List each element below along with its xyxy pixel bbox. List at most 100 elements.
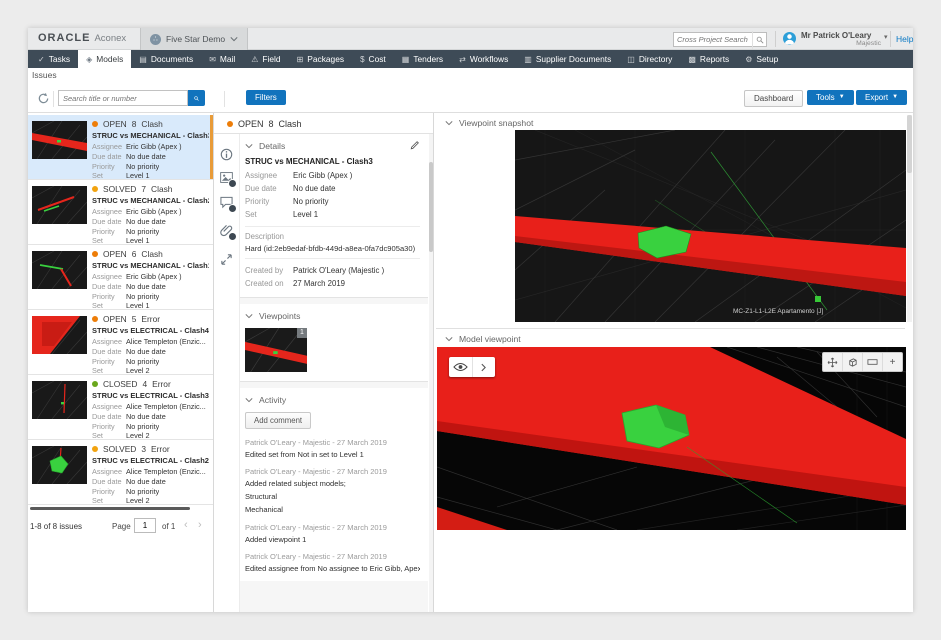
field-value: Level 2	[126, 496, 150, 505]
field-value: No due date	[126, 347, 166, 356]
setup-icon: ⚙	[745, 55, 752, 64]
tab-tasks[interactable]: ✓Tasks	[30, 50, 78, 68]
issue-subject: STRUC vs ELECTRICAL - Clash4	[92, 326, 209, 335]
tab-setup[interactable]: ⚙Setup	[737, 50, 786, 68]
issue-field-row: SetLevel 2	[92, 366, 210, 375]
info-icon[interactable]	[220, 148, 233, 161]
viewpoints-icon[interactable]	[220, 171, 233, 184]
tab-models[interactable]: ◈Models	[78, 50, 131, 68]
dashboard-button[interactable]: Dashboard	[744, 90, 803, 107]
field-label: Due date	[92, 477, 126, 486]
page-number-input[interactable]	[134, 518, 156, 533]
comments-icon[interactable]	[220, 196, 233, 209]
previous-page-button[interactable]: ‹	[184, 519, 188, 531]
detail-icon-rail	[214, 134, 240, 612]
issue-field-row: AssigneeAlice Templeton (Enzic...	[92, 467, 210, 476]
help-link[interactable]: Help	[896, 34, 913, 44]
activity-text: Edited set from Not in set to Level 1	[245, 450, 420, 460]
viewpoint-thumbnail[interactable]: 1	[245, 328, 307, 372]
refresh-icon[interactable]	[37, 92, 50, 105]
issue-card[interactable]: SOLVED7ClashSTRUC vs MECHANICAL - Clash2…	[28, 180, 213, 245]
tab-mail[interactable]: ✉Mail	[201, 50, 243, 68]
section-plane-icon[interactable]	[862, 353, 882, 371]
field-label: Priority	[92, 487, 126, 496]
issue-field-row: PriorityNo priority	[92, 487, 210, 496]
tenders-icon: ▦	[402, 55, 410, 64]
issue-field-row: PriorityNo priority	[92, 422, 210, 431]
expand-toolbar-chevron-icon[interactable]	[472, 357, 496, 377]
tab-documents[interactable]: ▤Documents	[131, 50, 201, 68]
detail-field-row: Created on27 March 2019	[245, 277, 420, 290]
eye-icon[interactable]	[449, 357, 472, 377]
tab-supplier-documents[interactable]: ▥Supplier Documents	[516, 50, 619, 68]
divider	[245, 226, 420, 227]
related-items-icon[interactable]	[220, 253, 233, 266]
activity-text: Mechanical	[245, 505, 420, 515]
tab-packages[interactable]: ⊞Packages	[289, 50, 352, 68]
viewport-navigation-toolbar: +	[822, 352, 903, 372]
field-icon: ⚠	[251, 55, 258, 64]
viewpoint-snapshot-header[interactable]: Viewpoint snapshot	[436, 115, 905, 130]
tab-label: Cost	[369, 54, 386, 64]
search-icon[interactable]	[752, 31, 766, 49]
issue-field-row: SetLevel 1	[92, 301, 210, 310]
search-button[interactable]	[188, 90, 205, 106]
field-value: Level 1	[293, 208, 318, 221]
field-value: No priority	[126, 487, 159, 496]
tab-directory[interactable]: ◫Directory	[619, 50, 680, 68]
issue-card[interactable]: OPEN5ErrorSTRUC vs ELECTRICAL - Clash4As…	[28, 310, 213, 375]
vertical-scrollbar	[429, 134, 433, 612]
zoom-in-icon[interactable]: +	[882, 353, 902, 371]
activity-section-header[interactable]: Activity	[245, 393, 420, 407]
detail-field-row: Due dateNo due date	[245, 182, 420, 195]
workflows-icon: ⇄	[459, 55, 466, 64]
project-selector[interactable]: ∴ Five Star Demo	[140, 28, 248, 50]
viewpoints-section-header[interactable]: Viewpoints	[245, 309, 420, 323]
activity-label: Activity	[259, 395, 286, 405]
details-section-header[interactable]: Details	[245, 139, 420, 153]
viewpoint-snapshot-image[interactable]: MC-Z1-L1-L2E Apartamento [J]	[515, 130, 906, 322]
field-value: No due date	[126, 152, 166, 161]
scrollbar-thumb[interactable]	[907, 115, 912, 173]
field-value: Patrick O'Leary (Majestic )	[293, 264, 384, 277]
edit-pencil-icon[interactable]	[410, 140, 420, 152]
user-avatar[interactable]	[783, 32, 796, 45]
model-viewport[interactable]: +	[437, 347, 906, 530]
issues-list: OPEN8ClashSTRUC vs MECHANICAL - Clash3As…	[28, 115, 213, 505]
filters-button[interactable]: Filters	[246, 90, 286, 105]
viewpoint-count-badge: 1	[297, 328, 307, 338]
issues-list-panel: OPEN8ClashSTRUC vs MECHANICAL - Clash3As…	[28, 113, 214, 612]
next-page-button[interactable]: ›	[198, 519, 202, 531]
cross-project-search-input[interactable]	[674, 35, 752, 44]
tab-reports[interactable]: ▩Reports	[680, 50, 737, 68]
add-comment-button[interactable]: Add comment	[245, 412, 311, 429]
chevron-down-icon	[445, 120, 453, 126]
app-window: ORACLEAconex ∴ Five Star Demo Mr Patrick…	[28, 28, 913, 612]
user-name[interactable]: Mr Patrick O'Leary	[801, 31, 871, 40]
horizontal-scrollbar[interactable]	[30, 507, 190, 510]
tab-cost[interactable]: $Cost	[352, 50, 394, 68]
issue-card[interactable]: SOLVED3ErrorSTRUC vs ELECTRICAL - Clash2…	[28, 440, 213, 505]
check-icon: ✓	[38, 55, 45, 64]
tab-workflows[interactable]: ⇄Workflows	[451, 50, 516, 68]
issue-search-input[interactable]	[59, 94, 187, 103]
issue-card[interactable]: OPEN6ClashSTRUC vs MECHANICAL - Clash1As…	[28, 245, 213, 310]
issue-thumbnail	[32, 446, 87, 484]
divider	[53, 91, 54, 107]
tab-tenders[interactable]: ▦Tenders	[394, 50, 451, 68]
field-label: Set	[92, 171, 126, 180]
details-label: Details	[259, 141, 285, 151]
user-menu-caret-icon[interactable]: ▾	[884, 33, 888, 41]
issue-field-row: SetLevel 1	[92, 171, 210, 180]
orbit-cube-icon[interactable]	[842, 353, 862, 371]
issue-card[interactable]: OPEN8ClashSTRUC vs MECHANICAL - Clash3As…	[28, 115, 213, 180]
attachments-icon[interactable]	[220, 224, 233, 237]
model-viewpoint-header[interactable]: Model viewpoint	[436, 328, 905, 346]
tab-field[interactable]: ⚠Field	[243, 50, 288, 68]
field-label: Set	[92, 431, 126, 440]
export-button[interactable]: Export▼	[856, 90, 907, 105]
pan-icon[interactable]	[823, 353, 842, 371]
scrollbar-thumb[interactable]	[429, 162, 433, 252]
issue-card[interactable]: CLOSED4ErrorSTRUC vs ELECTRICAL - Clash3…	[28, 375, 213, 440]
tools-button[interactable]: Tools▼	[807, 90, 854, 105]
